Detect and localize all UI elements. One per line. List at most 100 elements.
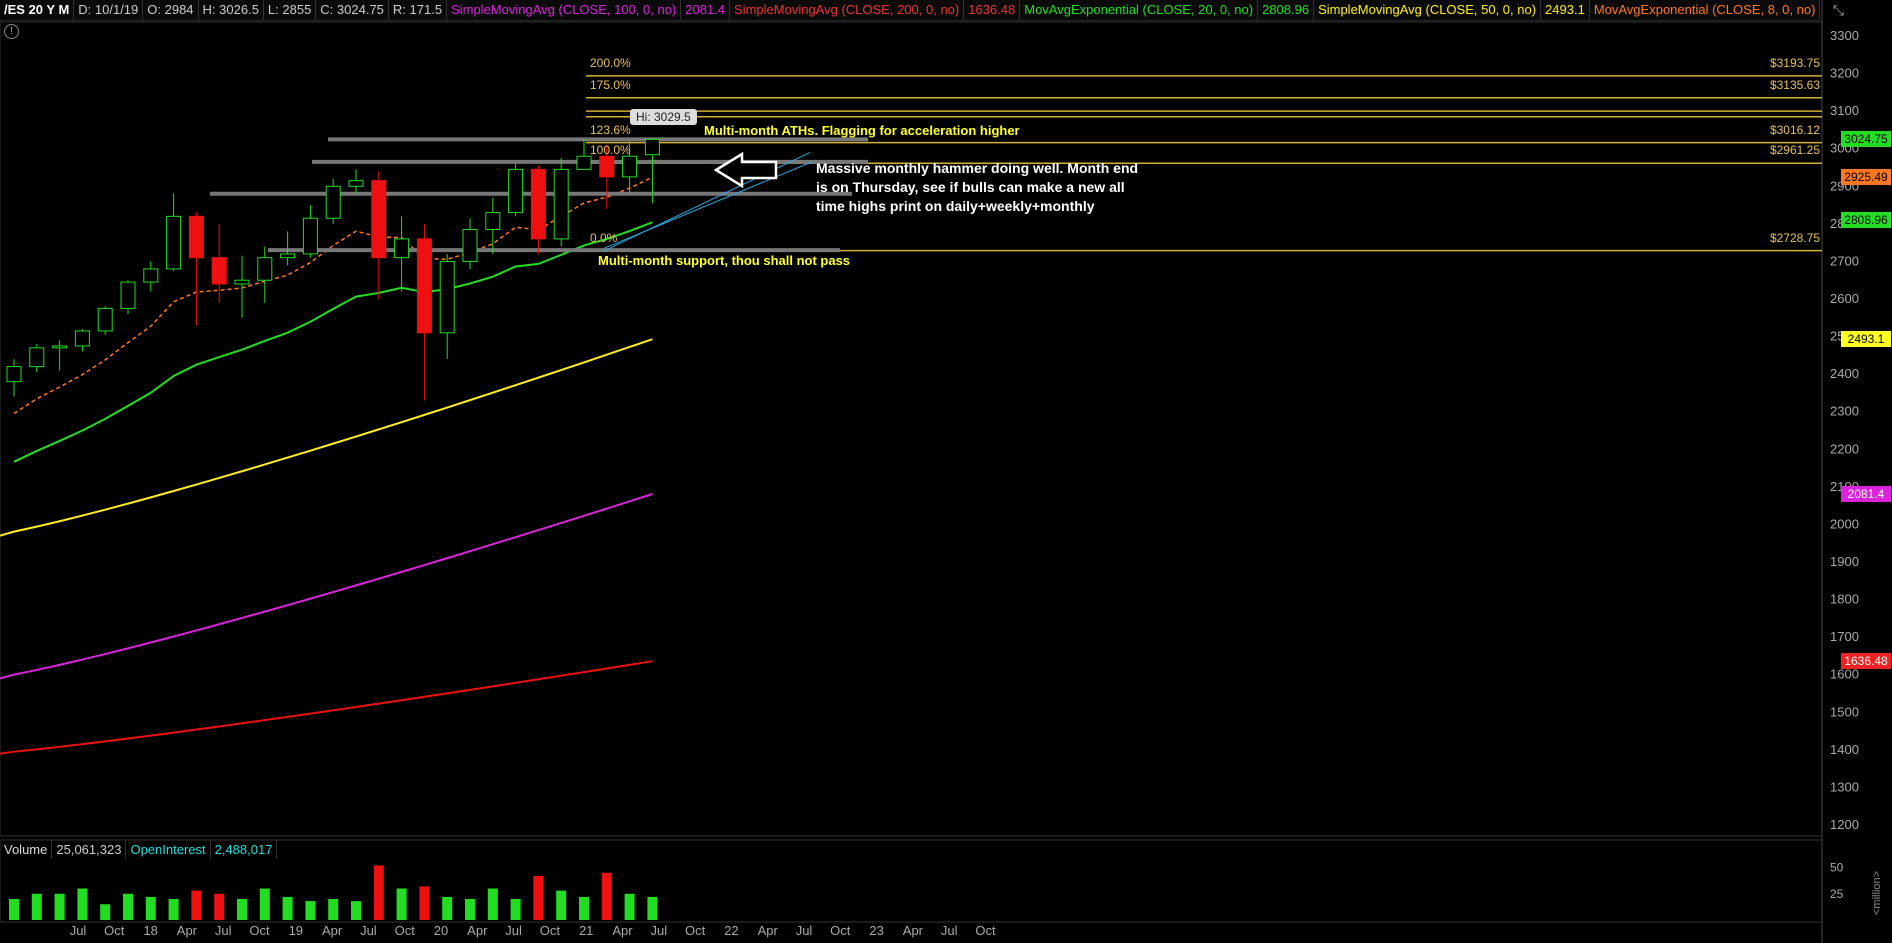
price-tick: 1400 bbox=[1830, 742, 1859, 757]
high-label: H: 3026.5 bbox=[199, 0, 264, 20]
price-tick: 1700 bbox=[1830, 629, 1859, 644]
time-tick: Jul bbox=[215, 923, 232, 938]
volume-bar bbox=[214, 893, 225, 920]
time-tick: Apr bbox=[322, 923, 343, 938]
time-tick: Jul bbox=[70, 923, 87, 938]
volume-bar bbox=[145, 896, 156, 920]
volume-bar bbox=[487, 888, 498, 920]
time-tick: 23 bbox=[869, 923, 883, 938]
time-tick: Jul bbox=[505, 923, 522, 938]
volume-bar bbox=[191, 890, 202, 920]
fib-0-price: $2728.75 bbox=[1769, 231, 1820, 245]
fib-100-pct: 100.0% bbox=[590, 143, 631, 157]
volume-bar bbox=[373, 865, 384, 920]
volume-bar bbox=[77, 888, 88, 920]
fib-123-pct: 123.6% bbox=[590, 123, 631, 137]
oi-label[interactable]: OpenInterest bbox=[126, 840, 211, 859]
study-sma100[interactable]: SimpleMovingAvg (CLOSE, 100, 0, no) bbox=[447, 0, 682, 20]
candle-body bbox=[416, 238, 432, 334]
time-tick: Oct bbox=[975, 923, 996, 938]
volume-label[interactable]: Volume bbox=[0, 840, 53, 859]
volume-tick: 25 bbox=[1830, 887, 1844, 901]
sma100-line bbox=[0, 493, 653, 680]
study-ema20[interactable]: MovAvgExponential (CLOSE, 20, 0, no) bbox=[1020, 0, 1259, 20]
candle-body bbox=[6, 366, 22, 383]
time-tick: Apr bbox=[612, 923, 633, 938]
candle-body bbox=[29, 347, 45, 368]
candle-body bbox=[508, 168, 524, 214]
candle-body bbox=[462, 228, 478, 262]
candle-body bbox=[439, 260, 455, 334]
fib-0-pct: 0.0% bbox=[590, 231, 618, 245]
symbol-label[interactable]: /ES 20 Y M bbox=[0, 0, 75, 20]
volume-bar bbox=[510, 899, 521, 920]
price-tick: 1500 bbox=[1830, 704, 1859, 719]
arrow-annotation bbox=[713, 151, 778, 189]
candle-body bbox=[234, 279, 250, 285]
candle-body bbox=[530, 168, 546, 240]
volume-bar bbox=[533, 875, 544, 920]
time-tick: 18 bbox=[143, 923, 157, 938]
chart-menu-icon[interactable]: ⤡ bbox=[1833, 2, 1844, 19]
candle-body bbox=[143, 268, 159, 283]
price-chart[interactable]: 3300320031003000290028002700260025002400… bbox=[0, 0, 1892, 943]
study-sma200[interactable]: SimpleMovingAvg (CLOSE, 200, 0, no) bbox=[730, 0, 965, 20]
time-tick: Apr bbox=[177, 923, 198, 938]
volume-bar bbox=[100, 904, 111, 920]
study-sma200-value: 1636.48 bbox=[964, 0, 1021, 20]
candle-body bbox=[120, 281, 136, 309]
price-tick: 1800 bbox=[1830, 592, 1859, 607]
price-tag: 2081.4 bbox=[1841, 485, 1891, 502]
candle-body bbox=[166, 215, 182, 270]
volume-bar bbox=[396, 888, 407, 920]
fib-200-pct: 200.0% bbox=[590, 56, 631, 70]
volume-unit: <million> bbox=[1871, 871, 1883, 915]
time-tick: 20 bbox=[434, 923, 448, 938]
price-pane-frame bbox=[0, 21, 1823, 837]
support-annotation: Multi-month support, thou shall not pass bbox=[598, 253, 851, 268]
volume-bar bbox=[237, 899, 247, 920]
volume-bar bbox=[556, 890, 567, 920]
price-tick: 3200 bbox=[1830, 66, 1859, 81]
fib-123-price: $3016.12 bbox=[1769, 123, 1820, 137]
price-tick: 2000 bbox=[1830, 516, 1859, 531]
price-tag: 1636.48 bbox=[1841, 653, 1891, 669]
study-ema8[interactable]: MovAvgExponential (CLOSE, 8, 0, no) bbox=[1590, 0, 1820, 20]
price-tick: 2400 bbox=[1830, 366, 1859, 381]
volume-bar bbox=[579, 896, 589, 920]
hi-label: Hi: 3029.5 bbox=[630, 109, 697, 125]
price-tag: 3024.75 bbox=[1841, 131, 1891, 148]
price-tick: 2700 bbox=[1830, 253, 1859, 268]
volume-bar bbox=[624, 893, 635, 920]
candle-body bbox=[74, 330, 90, 347]
time-tick: 19 bbox=[289, 923, 303, 938]
time-tick: Oct bbox=[249, 923, 270, 938]
time-tick: Oct bbox=[685, 923, 706, 938]
candle-body bbox=[211, 257, 227, 285]
time-tick: Jul bbox=[360, 923, 377, 938]
candle-body bbox=[394, 238, 410, 259]
study-ema20-value: 2808.96 bbox=[1258, 0, 1315, 20]
candle-body bbox=[485, 212, 501, 230]
candle-body bbox=[257, 257, 273, 281]
volume-bar bbox=[351, 901, 361, 920]
volume-bar bbox=[168, 899, 179, 920]
price-tick: 2300 bbox=[1830, 404, 1859, 419]
volume-bar bbox=[442, 896, 453, 920]
date-label: D: 10/1/19 bbox=[74, 0, 144, 20]
study-sma50-value: 2493.1 bbox=[1541, 0, 1590, 20]
volume-bar bbox=[9, 899, 19, 920]
candle-body bbox=[302, 217, 318, 255]
price-tag: 2808.96 bbox=[1841, 212, 1891, 229]
study-sma50[interactable]: SimpleMovingAvg (CLOSE, 50, 0, no) bbox=[1314, 0, 1542, 20]
candle-body bbox=[622, 155, 638, 178]
price-tag: 2925.49 bbox=[1841, 168, 1891, 185]
time-tick: Oct bbox=[395, 923, 416, 938]
candle-body bbox=[644, 138, 660, 156]
time-tick: Apr bbox=[903, 923, 924, 938]
close-label: C: 3024.75 bbox=[316, 0, 389, 20]
note-line-1: Massive monthly hammer doing well. Month… bbox=[816, 160, 1139, 176]
candle-body bbox=[325, 185, 341, 219]
info-icon[interactable]: ! bbox=[4, 24, 19, 39]
time-tick: 22 bbox=[724, 923, 738, 938]
